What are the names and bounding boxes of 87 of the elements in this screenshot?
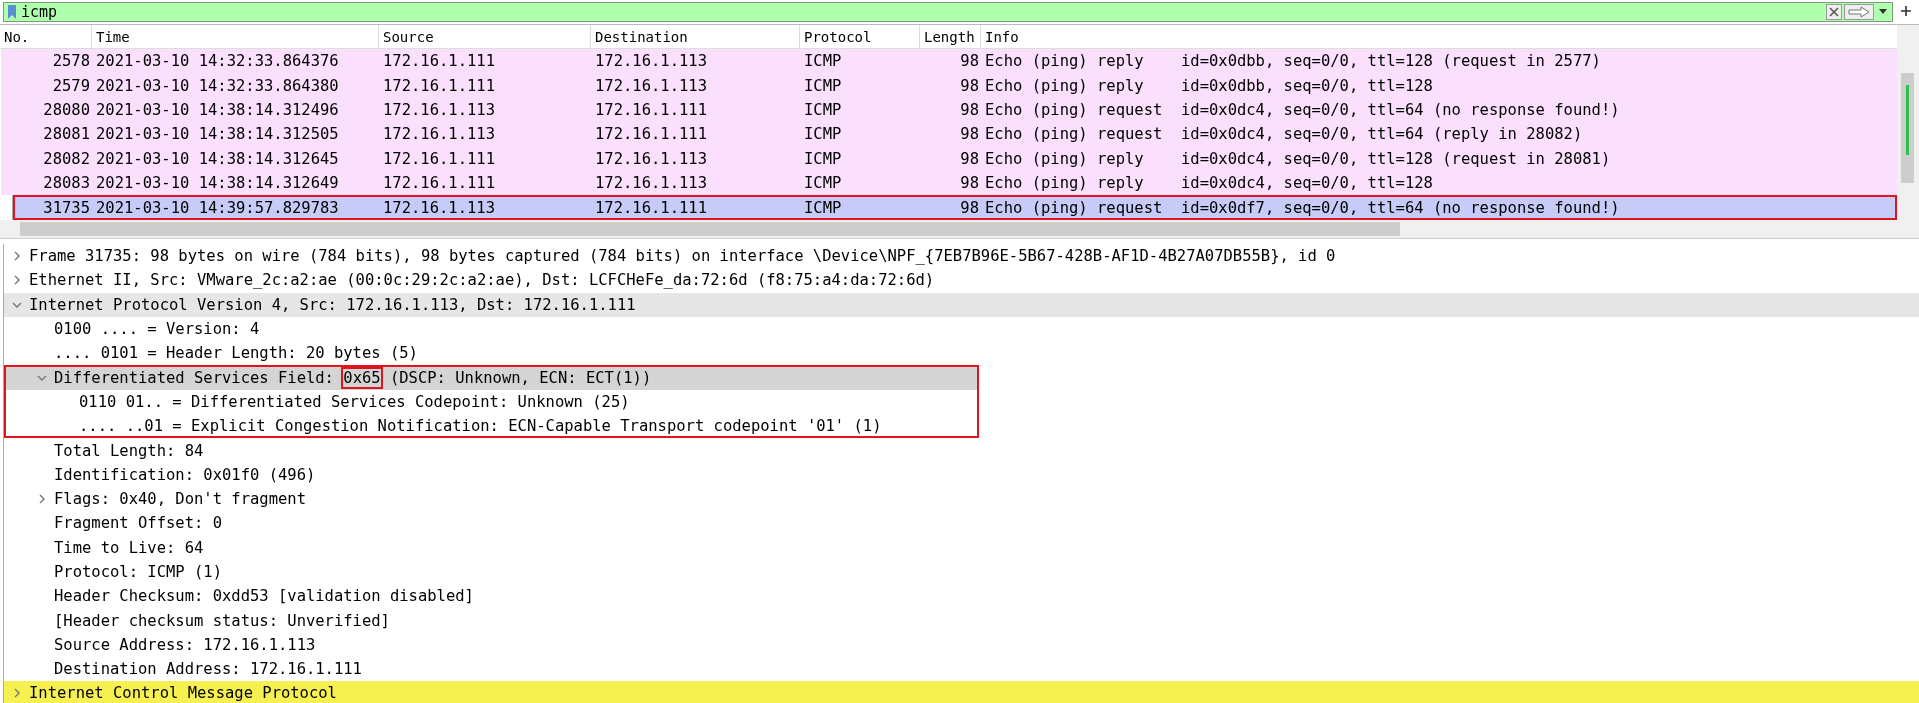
table-cell-text: Echo (ping) reply id=0x0dbb, seq=0/0, ttl=128 (984, 76, 1433, 95)
column-header[interactable]: Length (920, 25, 981, 48)
table-cell-text: 2021-03-10 14:32:33.864376 (95, 52, 340, 71)
table-cell-text: 28083 (42, 174, 91, 193)
table-cell-text: 172.16.1.111 (594, 125, 708, 144)
tree-row[interactable]: Internet Protocol Version 4, Src: 172.16.1.113, Dst: 172.16.1.111 (4, 292, 1919, 317)
add-icon[interactable] (1899, 3, 1913, 18)
table-cell-text: 28081 (42, 125, 91, 144)
table-cell-text: 2021-03-10 14:38:14.312649 (95, 174, 340, 193)
table-cell-text: 2021-03-10 14:32:33.864380 (95, 76, 340, 95)
table-cell-text: Echo (ping) request id=0x0df7, seq=0/0, ttl=64 (no response found!) (984, 198, 1620, 217)
table-cell-text: 98 (959, 76, 980, 95)
horizontal-scrollbar[interactable] (0, 220, 1897, 238)
tree-row[interactable]: Total Length: 84 (4, 438, 1919, 463)
column-header[interactable]: Source (379, 25, 591, 48)
table-cell-text: 28082 (42, 149, 91, 168)
table-cell-text: ICMP (803, 100, 843, 119)
table-cell-text: 172.16.1.113 (594, 149, 708, 168)
table-cell-text: 2021-03-10 14:38:14.312645 (95, 149, 340, 168)
table-cell-text: Echo (ping) request id=0x0dc4, seq=0/0, ttl=64 (no response found!) (984, 100, 1620, 119)
table-cell-text: 172.16.1.113 (594, 76, 708, 95)
packet-row[interactable]: 2578 2021-03-10 14:32:33.864376 172.16.1.111 172.16.1.113 ICMP 98 Echo (ping) reply id=0x0dbb, seq=0/0, ttl=128 (request in 2577) (1, 49, 1897, 74)
clear-icon[interactable] (1826, 4, 1842, 20)
tree-row[interactable]: .... ..01 = Explicit Congestion Notification: ECN-Capable Transport codepoint '01' (1) (4, 414, 979, 439)
column-header[interactable]: Info (981, 25, 1897, 48)
table-cell-text: 98 (959, 52, 980, 71)
table-cell-text: Echo (ping) request id=0x0dc4, seq=0/0, ttl=64 (reply in 28082) (984, 125, 1583, 144)
table-cell-text: Echo (ping) reply id=0x0dbb, seq=0/0, ttl=128 (request in 2577) (984, 52, 1601, 71)
tree-row[interactable]: Differentiated Services Field: 0x65 (DSCP: Unknown, ECN: ECT(1)) (4, 365, 979, 390)
table-cell-text: ICMP (803, 174, 843, 193)
tree-row[interactable]: [Header checksum status: Unverified] (4, 608, 1919, 633)
table-cell-text: 98 (959, 149, 980, 168)
tree-row[interactable]: 0110 01.. = Differentiated Services Codepoint: Unknown (25) (4, 389, 979, 415)
tree-row[interactable]: Fragment Offset: 0 (4, 511, 1919, 536)
tree-row[interactable]: Protocol: ICMP (1) (4, 559, 1919, 585)
table-cell-text: 172.16.1.111 (382, 52, 496, 71)
packet-row[interactable]: 2579 2021-03-10 14:32:33.864380 172.16.1.111 172.16.1.113 ICMP 98 Echo (ping) reply id=0x0dbb, seq=0/0, ttl=128 (1, 73, 1897, 98)
column-header[interactable]: No. (0, 25, 92, 48)
tree-row[interactable]: Flags: 0x40, Don't fragment (4, 486, 1919, 512)
table-cell-text: 172.16.1.111 (382, 174, 496, 193)
table-cell-text: ICMP (803, 149, 843, 168)
vertical-scrollbar[interactable] (1897, 25, 1919, 238)
table-cell-text: Echo (ping) reply id=0x0dc4, seq=0/0, ttl=128 (984, 174, 1433, 193)
table-cell-text: 172.16.1.111 (594, 198, 708, 217)
table-cell-text: ICMP (803, 52, 843, 71)
tree-row[interactable]: Ethernet II, Src: VMware_2c:a2:ae (00:0c:29:2c:a2:ae), Dst: LCFCHeFe_da:72:6d (f8:75:a4:da:72:6d) (4, 268, 1919, 293)
packet-row[interactable]: 28083 2021-03-10 14:38:14.312649 172.16.1.111 172.16.1.113 ICMP 98 Echo (ping) reply id=0x0dc4, seq=0/0, ttl=128 (1, 170, 1897, 196)
table-cell-text: 98 (959, 198, 980, 217)
table-cell-text: 172.16.1.113 (382, 125, 496, 144)
tree-row[interactable]: Frame 31735: 98 bytes on wire (784 bits), 98 bytes captured (784 bits) on interface \Device\NPF_{7EB7B96E-5B67-428B-AF1D-4B27A07DB55B}, id 0 (4, 244, 1919, 269)
table-cell-text: 98 (959, 100, 980, 119)
packet-row[interactable]: 28082 2021-03-10 14:38:14.312645 172.16.1.111 172.16.1.113 ICMP 98 Echo (ping) reply id=0x0dc4, seq=0/0, ttl=128 (request in 28081) (1, 146, 1897, 171)
table-cell-text: 98 (959, 125, 980, 144)
table-cell-text: 2021-03-10 14:38:14.312496 (95, 100, 340, 119)
table-cell-text: 172.16.1.113 (594, 52, 708, 71)
tree-row[interactable]: .... 0101 = Header Length: 20 bytes (5) (4, 341, 1919, 366)
tree-row[interactable]: Internet Control Message Protocol (4, 681, 1919, 703)
table-cell-text: 2021-03-10 14:38:14.312505 (95, 125, 340, 144)
table-cell-text: 172.16.1.111 (382, 76, 496, 95)
tree-row[interactable]: Destination Address: 172.16.1.111 (4, 657, 1919, 682)
table-cell-text: ICMP (803, 198, 843, 217)
table-cell-text: 28080 (42, 100, 91, 119)
table-cell-text: 172.16.1.113 (382, 100, 496, 119)
bookmark-icon[interactable] (7, 4, 17, 20)
tree-row[interactable]: 0100 .... = Version: 4 (4, 316, 1919, 342)
table-cell-text: 31735 (42, 198, 91, 217)
table-cell-text: 2579 (51, 76, 91, 95)
table-cell-text: Echo (ping) reply id=0x0dc4, seq=0/0, ttl=128 (request in 28081) (984, 149, 1611, 168)
table-cell-text: 172.16.1.111 (382, 149, 496, 168)
table-cell-text: 172.16.1.113 (382, 198, 496, 217)
tree-row[interactable]: Identification: 0x01f0 (496) (4, 462, 1919, 487)
table-cell-text: ICMP (803, 76, 843, 95)
tree-row[interactable]: Header Checksum: 0xdd53 [validation disabled] (4, 584, 1919, 609)
column-header[interactable]: Time (92, 25, 379, 48)
column-header[interactable]: Destination (591, 25, 800, 48)
column-header[interactable]: Protocol (800, 25, 920, 48)
table-cell-text: 2578 (51, 52, 91, 71)
packet-row[interactable]: 28081 2021-03-10 14:38:14.312505 172.16.1.113 172.16.1.111 ICMP 98 Echo (ping) request id=0x0dc4, seq=0/0, ttl=64 (reply in 28082) (1, 122, 1897, 147)
packet-row[interactable]: 28080 2021-03-10 14:38:14.312496 172.16.1.113 172.16.1.111 ICMP 98 Echo (ping) request id=0x0dc4, seq=0/0, ttl=64 (no response found!) (1, 97, 1897, 123)
tree-row[interactable]: Source Address: 172.16.1.113 (4, 632, 1919, 658)
table-cell-text: ICMP (803, 125, 843, 144)
packet-row[interactable]: 31735 2021-03-10 14:39:57.829783 172.16.1.113 172.16.1.111 ICMP 98 Echo (ping) request id=0x0df7, seq=0/0, ttl=64 (no response found!) (13, 195, 1897, 220)
table-cell-text: 172.16.1.113 (594, 174, 708, 193)
table-cell-text: 172.16.1.111 (594, 100, 708, 119)
table-cell-text: 98 (959, 174, 980, 193)
table-cell-text: 2021-03-10 14:39:57.829783 (95, 198, 340, 217)
tree-row[interactable]: Time to Live: 64 (4, 535, 1919, 560)
